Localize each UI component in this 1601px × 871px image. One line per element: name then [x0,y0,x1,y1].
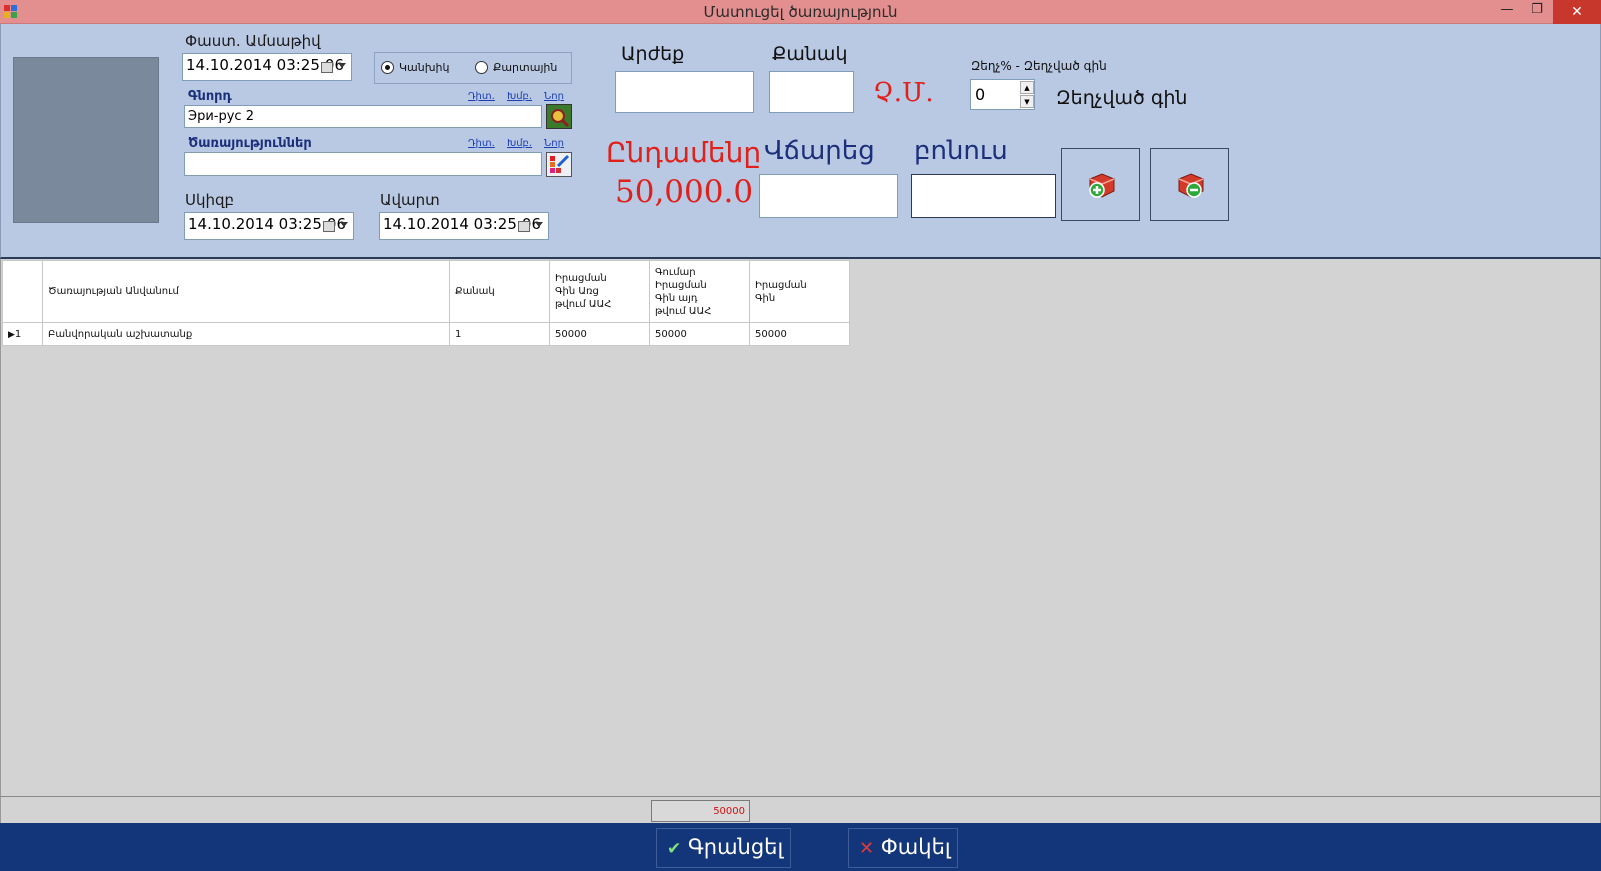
radio-cash[interactable] [381,61,394,74]
services-label: Ծառայություններ [188,136,312,151]
services-view-link[interactable]: Դիտ. [468,138,495,149]
quantity-label: Քանակ [772,43,848,65]
grid-header-row: Ծառայության Անվանում Քանակ Իրացման Գին Ա… [2,260,850,323]
bonus-input[interactable] [911,174,1056,218]
column-header-quantity[interactable]: Քանակ [449,260,550,323]
client-picker-button[interactable] [546,104,572,129]
chevron-down-icon [338,63,346,68]
cell-service-name[interactable]: Բանվորական աշխատանք [42,322,450,346]
calendar-icon [323,221,335,232]
payment-type-group: Կանխիկ Քարտային [374,52,572,84]
close-window-button[interactable]: ✕ [1553,0,1601,24]
cell-quantity[interactable]: 1 [449,322,550,346]
client-view-link[interactable]: Դիտ. [468,91,495,102]
radio-card-label: Քարտային [493,61,558,74]
quantity-input[interactable] [769,71,854,113]
column-header-sale-price-label: Իրացման Գին [755,279,807,304]
photo-placeholder [13,57,159,223]
form-panel: Փաստ. Ամսաթիվ 14.10.2014 03:25:06 Կանխիկ… [0,24,1601,259]
doc-date-picker[interactable]: 14.10.2014 03:25:06 [182,53,352,81]
discount-stepper[interactable]: 0 ▲ ▼ [970,79,1035,110]
total-label: Ընդամենը [606,136,762,169]
calendar-icon [518,221,530,232]
row-index: 1 [14,328,22,340]
remove-service-button[interactable] [1150,148,1229,221]
discount-label: Զեղչ% - Զեղչված գին [971,59,1107,73]
start-label: Սկիզբ [185,191,235,209]
row-pointer-icon: ▶ [8,329,15,340]
close-label: Փակել [880,835,951,859]
minimize-button[interactable]: — [1490,0,1524,22]
stepper-down-icon[interactable]: ▼ [1020,95,1034,108]
remove-icon [1178,173,1204,198]
calendar-icon [321,62,333,73]
services-new-link[interactable]: Նոր [544,138,564,149]
add-icon [1089,173,1115,198]
window-title: Մատուցել ծառայություն [703,3,898,21]
summary-total: 50000 [651,800,750,822]
services-picker-button[interactable] [546,152,572,177]
save-button[interactable]: ✔ Գրանցել [656,828,791,868]
client-label: Գնորդ [188,89,232,104]
summary-bar: 50000 [0,796,1601,823]
column-header-unit-price[interactable]: Իրացման Գին Առց թվում ԱԱՀ [549,260,650,323]
column-header-amount[interactable]: Գումար Իրացման Գին այդ թվում ԱԱՀ [649,260,750,323]
stepper-up-icon[interactable]: ▲ [1020,81,1034,94]
column-header-service-name[interactable]: Ծառայության Անվանում [42,260,450,323]
price-input[interactable] [615,71,754,113]
column-header-sale-price[interactable]: Իրացման Գին [749,260,850,323]
title-bar: Մատուցել ծառայություն — ❐ ✕ [0,0,1601,24]
price-label: Արժեք [621,43,685,65]
column-header-unit-price-label: Իրացման Գին Առց թվում ԱԱՀ [555,273,612,310]
grid-table: Ծառայության Անվանում Քանակ Իրացման Գին Ա… [2,260,850,346]
save-label: Գրանցել [687,835,784,859]
add-service-button[interactable] [1061,148,1140,221]
paid-label: Վճարեց [764,136,875,166]
radio-selected-dot [385,65,390,70]
restore-button[interactable]: ❐ [1520,0,1554,22]
cell-unit-price[interactable]: 50000 [549,322,650,346]
paid-input[interactable] [759,174,898,218]
total-value: 50,000.0 [615,174,754,210]
unit-label: Չ.Մ. [873,78,934,108]
close-icon: ✕ [859,838,875,859]
radio-card[interactable] [475,61,488,74]
services-edit-link[interactable]: Խմբ. [507,138,532,149]
end-label: Ավարտ [380,191,440,209]
chevron-down-icon [340,222,348,227]
row-header-corner [2,260,43,323]
row-header[interactable]: ▶1 [2,322,43,346]
checkmark-icon: ✔ [667,839,682,859]
action-bar: ✔ Գրանցել ✕ Փակել [0,823,1601,871]
client-edit-link[interactable]: Խմբ. [507,91,532,102]
client-input[interactable]: Эри-рус 2 [184,105,542,128]
cell-sale-price[interactable]: 50000 [749,322,850,346]
end-date-picker[interactable]: 14.10.2014 03:25:06 [379,212,549,240]
doc-date-label: Փաստ. Ամսաթիվ [185,32,321,50]
search-icon [551,109,570,128]
discount-value: 0 [975,85,986,104]
chevron-down-icon [535,222,543,227]
palette-icon [550,154,570,173]
radio-cash-label: Կանխիկ [399,61,450,74]
discounted-price-label: Զեղչված գին [1056,87,1188,109]
client-new-link[interactable]: Նոր [544,91,564,102]
services-input[interactable] [184,152,542,176]
bonus-label: բոնուս [914,136,1008,166]
services-grid: Ծառայության Անվանում Քանակ Իրացման Գին Ա… [0,259,1601,796]
column-header-amount-label: Գումար Իրացման Գին այդ թվում ԱԱՀ [655,266,712,317]
table-row[interactable]: ▶1 Բանվորական աշխատանք 1 50000 50000 500… [2,322,850,346]
start-date-picker[interactable]: 14.10.2014 03:25:06 [184,212,354,240]
cell-amount[interactable]: 50000 [649,322,750,346]
close-button[interactable]: ✕ Փակել [848,828,958,868]
